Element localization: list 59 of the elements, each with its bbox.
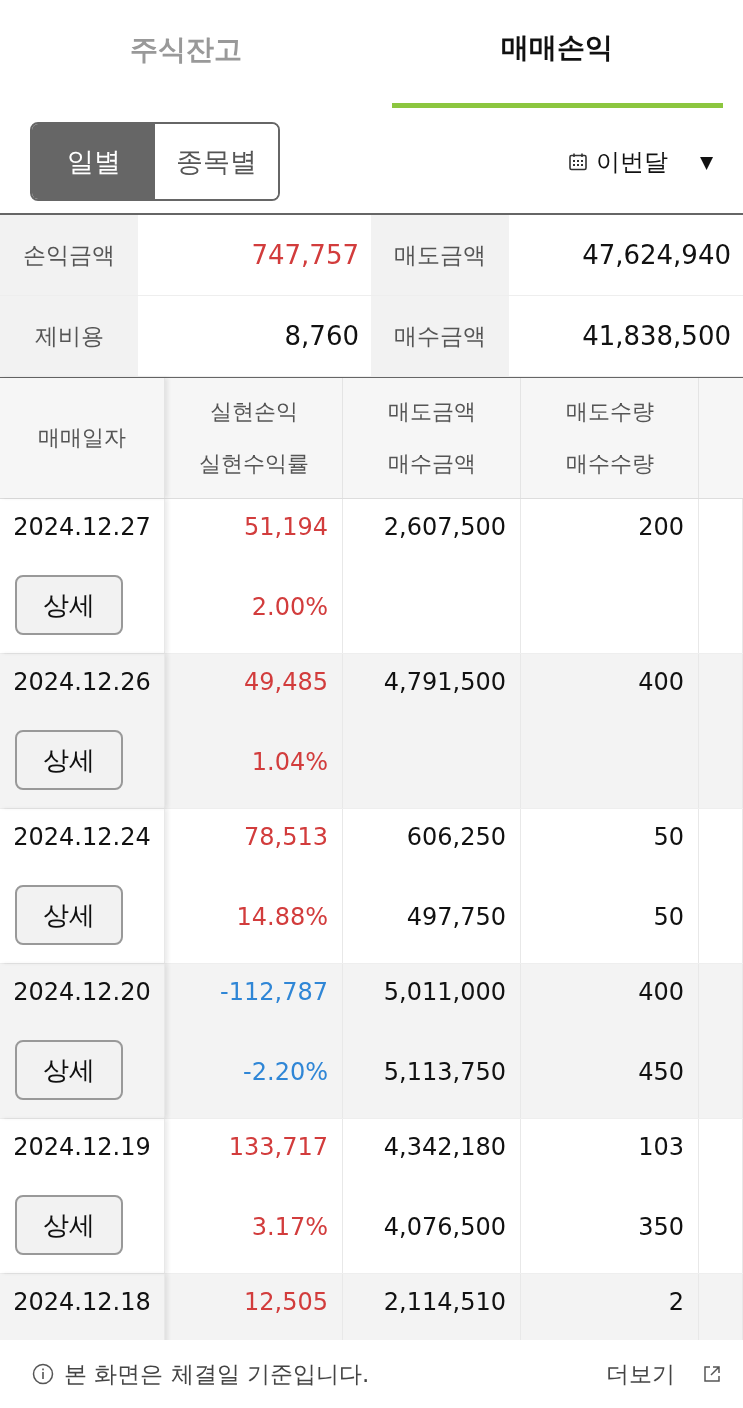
sell-quantity: 400	[638, 977, 684, 1008]
detail-button[interactable]: 상세	[15, 1040, 123, 1100]
calendar-icon	[567, 151, 588, 172]
buy-amount: 497,750	[406, 902, 506, 933]
buy-amount: 4,076,500	[383, 1212, 506, 1243]
detail-button[interactable]: 상세	[15, 730, 123, 790]
trade-date: 2024.12.27	[13, 512, 151, 543]
sell-amount: 606,250	[406, 822, 506, 853]
notice-text: 본 화면은 체결일 기준입니다.	[64, 1359, 371, 1389]
sell-quantity: 400	[638, 667, 684, 698]
trade-date: 2024.12.24	[13, 822, 151, 853]
sell-amount: 2,607,500	[383, 512, 506, 543]
view-toggle-button[interactable]: 일별	[32, 124, 155, 199]
period-dropdown[interactable]: 이번달	[595, 145, 668, 178]
info-icon	[32, 1363, 54, 1385]
trade-date: 2024.12.18	[13, 1287, 151, 1318]
buy-quantity: 50	[653, 902, 684, 933]
sell-quantity: 200	[638, 512, 684, 543]
detail-button[interactable]: 상세	[15, 885, 123, 945]
summary-label: 손익금액	[0, 215, 138, 296]
summary-value: 47,624,940	[509, 215, 743, 296]
detail-button[interactable]: 상세	[15, 575, 123, 635]
realized-pnl: 51,194	[244, 512, 328, 543]
realized-pnl: 12,505	[244, 1287, 328, 1318]
external-link-icon[interactable]	[701, 1363, 723, 1385]
buy-quantity: 350	[638, 1212, 684, 1243]
return-rate: 14.88%	[236, 902, 328, 933]
return-rate: -2.20%	[243, 1057, 328, 1088]
summary-label: 매도금액	[371, 215, 509, 296]
sell-quantity: 50	[653, 822, 684, 853]
realized-pnl: -112,787	[220, 977, 328, 1008]
return-rate: 2.00%	[251, 592, 328, 623]
tab[interactable]: 매매손익	[391, 0, 723, 108]
return-rate: 3.17%	[251, 1212, 328, 1243]
sell-amount: 2,114,510	[383, 1287, 506, 1318]
column-header: 매도금액 매수금액	[343, 378, 521, 498]
caret-icon[interactable]: ▼	[699, 151, 713, 172]
buy-amount: 5,113,750	[383, 1057, 506, 1088]
trade-date: 2024.12.19	[13, 1132, 151, 1163]
return-rate: 1.04%	[251, 747, 328, 778]
column-header: 매매일자	[0, 378, 165, 498]
sell-amount: 4,791,500	[383, 667, 506, 698]
sell-quantity: 2	[668, 1287, 684, 1318]
sell-quantity: 103	[638, 1132, 684, 1163]
column-header: 매도수량 매수수량	[521, 378, 699, 498]
summary-label: 제비용	[0, 296, 138, 377]
buy-quantity: 450	[638, 1057, 684, 1088]
realized-pnl: 49,485	[244, 667, 328, 698]
summary-label: 매수금액	[371, 296, 509, 377]
sell-amount: 4,342,180	[383, 1132, 506, 1163]
more-link[interactable]: 더보기	[606, 1358, 675, 1390]
realized-pnl: 78,513	[244, 822, 328, 853]
column-header: 실현손익 실현수익률	[165, 378, 343, 498]
detail-button[interactable]: 상세	[15, 1195, 123, 1255]
trade-date: 2024.12.20	[13, 977, 151, 1008]
summary-value: 41,838,500	[509, 296, 743, 377]
realized-pnl: 133,717	[228, 1132, 328, 1163]
sell-amount: 5,011,000	[383, 977, 506, 1008]
trade-date: 2024.12.26	[13, 667, 151, 698]
